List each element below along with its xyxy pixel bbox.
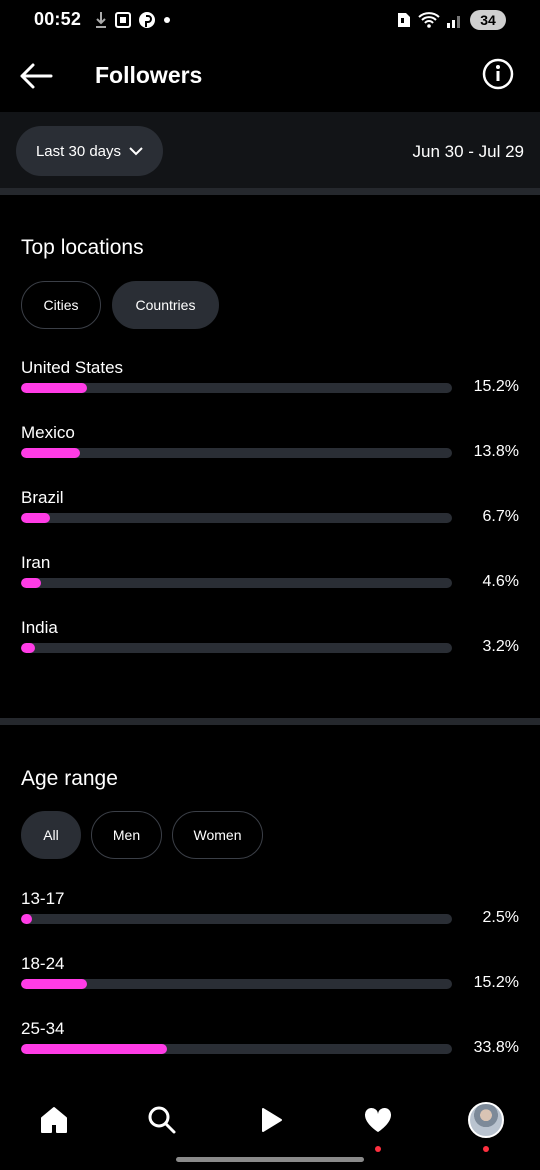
back-button[interactable]	[18, 60, 54, 92]
age-row: 18-24 15.2%	[0, 954, 540, 1014]
nav-profile[interactable]	[462, 1100, 510, 1152]
location-bar-fill	[21, 643, 35, 653]
location-percent: 4.6%	[482, 573, 519, 590]
location-bar-track	[21, 383, 452, 393]
location-percent: 3.2%	[482, 638, 519, 655]
filter-bar: Last 30 days Jun 30 - Jul 29	[0, 112, 540, 190]
tab-women[interactable]: Women	[172, 811, 263, 859]
date-range-dropdown-label: Last 30 days	[35, 142, 122, 160]
age-percent: 33.8%	[473, 1039, 519, 1056]
profile-notification-dot	[483, 1146, 489, 1152]
wifi-icon	[418, 12, 440, 28]
location-row: India 3.2%	[0, 618, 540, 678]
location-name: Brazil	[21, 488, 64, 507]
age-bar-track	[21, 1044, 452, 1054]
notification-icons	[94, 11, 172, 29]
arrow-left-icon	[20, 63, 53, 89]
location-bar-fill	[21, 513, 50, 523]
tab-cities-label: Cities	[43, 297, 79, 313]
age-row: 13-17 2.5%	[0, 889, 540, 949]
age-percent: 15.2%	[473, 974, 519, 991]
location-row: Iran 4.6%	[0, 553, 540, 613]
nav-activity[interactable]	[354, 1100, 402, 1152]
age-bar-track	[21, 979, 452, 989]
section-divider	[0, 718, 540, 725]
header: Followers	[0, 40, 540, 112]
chevron-down-icon	[129, 147, 143, 156]
nav-home[interactable]	[30, 1100, 78, 1140]
age-bar-track	[21, 914, 452, 924]
activity-heart-icon	[364, 1107, 392, 1132]
age-bar-fill	[21, 914, 32, 924]
age-group-label: 25-34	[21, 1019, 65, 1038]
location-row: United States 15.2%	[0, 358, 540, 418]
age-row: 25-34 33.8%	[0, 1019, 540, 1079]
home-icon	[41, 1107, 67, 1133]
status-bar: 00:52 34	[0, 0, 540, 40]
location-name: United States	[21, 358, 124, 377]
date-range-text: Jun 30 - Jul 29	[412, 142, 524, 161]
location-bar-fill	[21, 383, 87, 393]
reels-icon	[262, 1108, 282, 1132]
pinterest-icon	[139, 12, 155, 28]
profile-avatar	[468, 1102, 504, 1138]
download-icon	[96, 12, 106, 28]
activity-notification-dot	[375, 1146, 381, 1152]
info-button[interactable]	[482, 58, 514, 90]
info-icon	[482, 58, 514, 90]
location-name: India	[21, 618, 58, 637]
battery-indicator: 34	[470, 10, 506, 30]
signal-icon	[447, 16, 460, 28]
system-icons: 34	[396, 10, 506, 30]
more-notifications-dot-icon	[164, 17, 170, 23]
location-name: Iran	[21, 553, 51, 572]
tab-all-label: All	[43, 827, 59, 843]
battery-level: 34	[480, 12, 496, 28]
location-bar-fill	[21, 448, 81, 458]
section-divider	[0, 188, 540, 195]
location-row: Mexico 13.8%	[0, 423, 540, 483]
tab-cities[interactable]: Cities	[21, 281, 101, 329]
age-group-label: 18-24	[21, 954, 65, 973]
page-title: Followers	[95, 62, 203, 88]
age-group-label: 13-17	[21, 889, 65, 908]
nav-reels[interactable]	[246, 1100, 294, 1140]
home-indicator[interactable]	[176, 1157, 364, 1162]
nfc-icon	[398, 13, 410, 27]
location-percent: 15.2%	[473, 378, 519, 395]
tab-countries-label: Countries	[135, 297, 196, 313]
location-bar-fill	[21, 578, 41, 588]
location-name: Mexico	[21, 423, 75, 442]
tab-all[interactable]: All	[21, 811, 81, 859]
age-bar-fill	[21, 1044, 167, 1054]
status-time: 00:52	[34, 9, 82, 29]
location-bar-track	[21, 578, 452, 588]
location-bar-track	[21, 513, 452, 523]
location-percent: 13.8%	[473, 443, 519, 460]
location-row: Brazil 6.7%	[0, 488, 540, 548]
top-locations-title: Top locations	[21, 236, 144, 259]
tab-women-label: Women	[193, 827, 242, 843]
location-bar-track	[21, 448, 452, 458]
screenshot-icon	[115, 12, 131, 28]
location-percent: 6.7%	[482, 508, 519, 525]
age-bar-fill	[21, 979, 87, 989]
date-range-dropdown[interactable]: Last 30 days	[16, 126, 163, 176]
nav-search[interactable]	[138, 1100, 186, 1140]
search-icon	[148, 1106, 176, 1134]
age-percent: 2.5%	[482, 909, 519, 926]
age-range-title: Age range	[21, 767, 118, 790]
tab-men[interactable]: Men	[91, 811, 162, 859]
location-bar-track	[21, 643, 452, 653]
tab-men-label: Men	[112, 827, 141, 843]
tab-countries[interactable]: Countries	[112, 281, 219, 329]
